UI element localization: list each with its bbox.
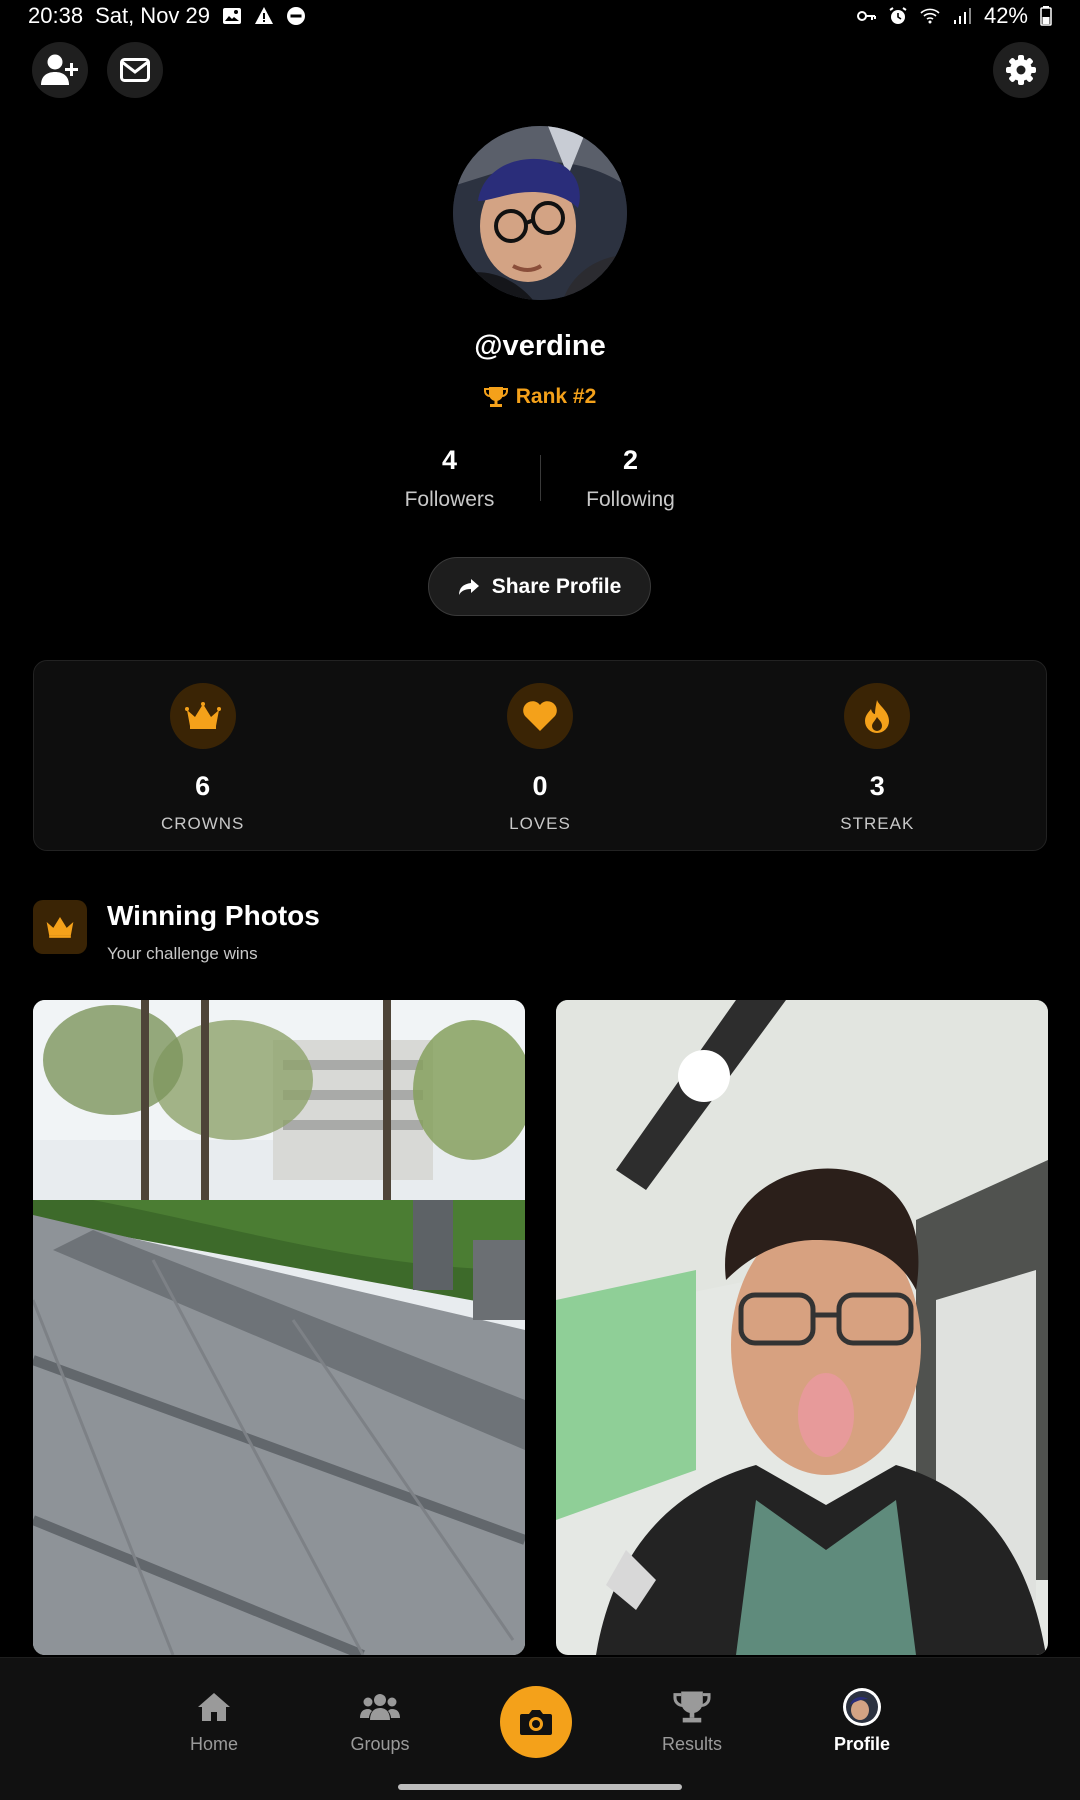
- crown-icon: [33, 900, 87, 954]
- gear-icon: [1006, 55, 1036, 85]
- username: @verdine: [474, 330, 606, 362]
- camera-icon: [520, 1710, 552, 1735]
- nav-profile[interactable]: Profile: [802, 1688, 922, 1755]
- wifi-icon: [920, 8, 940, 24]
- winning-photo-street[interactable]: [33, 1000, 525, 1655]
- follow-stats: 4 Followers 2 Following: [0, 445, 1080, 512]
- avatar-photo: [453, 126, 627, 300]
- envelope-icon: [120, 58, 150, 82]
- signal-icon: [953, 8, 971, 24]
- dnd-icon: [287, 7, 306, 25]
- stat-loves: 0 LOVES: [371, 661, 708, 850]
- add-friend-button[interactable]: [32, 42, 88, 98]
- inbox-button[interactable]: [107, 42, 163, 98]
- street-photo: [33, 1000, 525, 1655]
- trophy-icon: [483, 387, 508, 407]
- stats-card: 6 CROWNS 0 LOVES 3 STREAK: [33, 660, 1047, 851]
- share-profile-label: Share Profile: [491, 574, 622, 598]
- warning-icon: [255, 7, 274, 24]
- bottom-nav: Home Groups Results Profile: [0, 1657, 1080, 1800]
- following-count: 2: [622, 445, 639, 475]
- nav-home[interactable]: Home: [154, 1688, 274, 1755]
- status-bar: 20:38 Sat, Nov 29 42%: [0, 0, 1080, 32]
- nav-results[interactable]: Results: [632, 1688, 752, 1755]
- battery-icon: [1040, 6, 1052, 26]
- avatar-icon: [843, 1688, 881, 1726]
- rank-badge: Rank #2: [0, 385, 1080, 409]
- battery-percent: 42%: [983, 3, 1028, 28]
- loves-value: 0: [532, 771, 548, 801]
- streak-label: STREAK: [840, 814, 915, 833]
- alarm-icon: [889, 7, 907, 24]
- key-icon: [856, 11, 876, 21]
- status-time: 20:38: [28, 3, 84, 28]
- rank-label: Rank #2: [515, 385, 597, 408]
- image-icon: [223, 8, 242, 24]
- followers-stat[interactable]: 4 Followers: [360, 445, 540, 512]
- nav-home-label: Home: [189, 1734, 238, 1754]
- home-icon: [198, 1693, 230, 1721]
- section-title: Winning Photos: [107, 900, 320, 931]
- nav-profile-label: Profile: [833, 1734, 890, 1754]
- nav-groups-label: Groups: [350, 1734, 410, 1754]
- following-stat[interactable]: 2 Following: [541, 445, 721, 512]
- nav-groups[interactable]: Groups: [320, 1688, 440, 1755]
- flame-icon: [844, 683, 911, 749]
- loves-label: LOVES: [509, 814, 571, 833]
- trophy-icon: [673, 1691, 711, 1723]
- crown-icon: [169, 683, 236, 749]
- person-add-icon: [41, 54, 78, 85]
- followers-label: Followers: [404, 488, 495, 511]
- winning-photos-header: Winning Photos Your challenge wins: [33, 900, 320, 964]
- stat-streak: 3 STREAK: [709, 661, 1046, 850]
- settings-button[interactable]: [993, 42, 1049, 98]
- followers-count: 4: [441, 445, 458, 475]
- crowns-value: 6: [195, 771, 211, 801]
- streak-value: 3: [869, 771, 885, 801]
- crowns-label: CROWNS: [160, 814, 245, 833]
- home-indicator: [398, 1784, 682, 1790]
- heart-icon: [506, 683, 573, 749]
- share-icon: [458, 578, 479, 595]
- camera-button[interactable]: [500, 1686, 572, 1758]
- selfie-photo: [556, 1000, 1048, 1655]
- section-subtitle: Your challenge wins: [107, 944, 258, 963]
- following-label: Following: [586, 488, 675, 511]
- users-icon: [360, 1694, 400, 1720]
- share-profile-button[interactable]: Share Profile: [428, 557, 651, 616]
- status-date: Sat, Nov 29: [95, 3, 211, 28]
- stat-crowns: 6 CROWNS: [34, 661, 371, 850]
- nav-results-label: Results: [661, 1734, 723, 1754]
- profile-avatar[interactable]: [453, 126, 627, 300]
- winning-photo-selfie[interactable]: [556, 1000, 1048, 1655]
